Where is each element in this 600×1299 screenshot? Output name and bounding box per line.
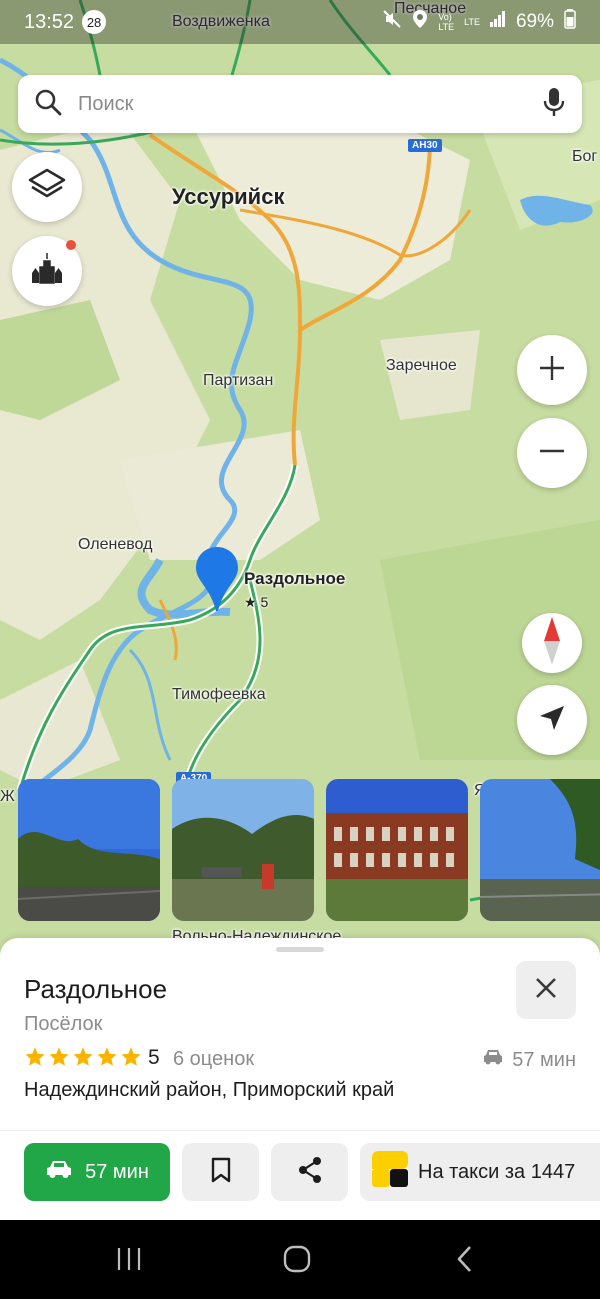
place-type: Посёлок bbox=[24, 1013, 103, 1035]
map-label-bog: Бог bbox=[572, 148, 598, 165]
place-photo[interactable] bbox=[18, 779, 160, 921]
landmarks-button[interactable] bbox=[12, 236, 82, 306]
star-icon bbox=[96, 1046, 118, 1073]
taxi-button[interactable]: На такси за 1447 bbox=[360, 1143, 600, 1201]
yandex-taxi-logo-icon bbox=[372, 1151, 408, 1193]
map-label-razdolnoe[interactable]: Раздольное bbox=[244, 569, 345, 589]
compass-icon bbox=[542, 616, 562, 670]
rating-stars bbox=[24, 1046, 142, 1073]
place-marker-icon[interactable] bbox=[194, 545, 240, 613]
search-bar[interactable]: Поиск bbox=[18, 75, 582, 133]
rating-value: 5 bbox=[148, 1046, 160, 1069]
system-navigation-bar bbox=[0, 1220, 600, 1299]
map-label-ussuriysk[interactable]: Уссурийск bbox=[172, 184, 284, 210]
battery-percent: 69% bbox=[515, 11, 554, 32]
map-label-partizan: Партизан bbox=[203, 372, 274, 389]
search-icon bbox=[34, 88, 62, 121]
car-icon bbox=[45, 1158, 73, 1186]
road-badge-ah30: АН30 bbox=[408, 139, 442, 152]
home-icon[interactable] bbox=[282, 1244, 312, 1279]
map-layers-button[interactable] bbox=[12, 152, 82, 222]
battery-icon bbox=[564, 9, 576, 35]
layers-icon bbox=[27, 167, 67, 208]
status-bar: 13:52 28 Vo) LTE LTE 69% bbox=[0, 0, 600, 44]
star-icon bbox=[48, 1046, 70, 1073]
search-input[interactable]: Поиск bbox=[78, 93, 542, 116]
status-time: 13:52 bbox=[24, 10, 75, 33]
place-title: Раздольное bbox=[24, 974, 168, 1004]
drive-time-label: 57 мин bbox=[512, 1048, 576, 1071]
landmark-building-icon bbox=[27, 249, 67, 294]
minus-icon bbox=[539, 438, 565, 469]
map-label-zarechnoe: Заречное bbox=[386, 357, 457, 374]
plus-icon bbox=[539, 355, 565, 386]
star-icon bbox=[72, 1046, 94, 1073]
signal-icon bbox=[489, 11, 506, 33]
recent-apps-icon[interactable] bbox=[116, 1244, 142, 1279]
zoom-in-button[interactable] bbox=[517, 335, 587, 405]
zoom-out-button[interactable] bbox=[517, 418, 587, 488]
map-label-timofeevka: Тимофеевка bbox=[172, 686, 266, 703]
car-icon bbox=[482, 1048, 504, 1072]
place-address: Надеждинский район, Приморский край bbox=[24, 1079, 395, 1101]
place-card[interactable]: Раздольное Посёлок 5 6 оценок 57 мин Над… bbox=[0, 938, 600, 1220]
taxi-button-label: На такси за 1447 bbox=[418, 1160, 576, 1183]
marker-rating: ★ 5 bbox=[244, 594, 269, 610]
star-icon bbox=[120, 1046, 142, 1073]
lte-indicator: LTE bbox=[464, 17, 480, 27]
drive-time: 57 мин bbox=[482, 1048, 576, 1072]
mute-icon bbox=[382, 9, 402, 35]
volte-indicator: Vo) LTE bbox=[438, 12, 455, 32]
navigation-arrow-icon bbox=[538, 704, 566, 737]
route-button[interactable]: 57 мин bbox=[24, 1143, 170, 1201]
compass-button[interactable] bbox=[522, 613, 582, 673]
bookmark-icon bbox=[211, 1157, 231, 1188]
place-photo[interactable] bbox=[480, 779, 600, 921]
close-icon bbox=[535, 977, 557, 1004]
notification-count-badge: 28 bbox=[82, 10, 107, 34]
photo-strip[interactable] bbox=[0, 779, 600, 922]
place-photo[interactable] bbox=[326, 779, 468, 921]
microphone-icon[interactable] bbox=[542, 87, 566, 122]
share-icon bbox=[297, 1156, 323, 1189]
map-label-olenevod: Оленевод bbox=[78, 536, 153, 553]
rating-count-link[interactable]: 6 оценок bbox=[173, 1048, 254, 1071]
my-location-button[interactable] bbox=[517, 685, 587, 755]
sheet-drag-handle[interactable] bbox=[276, 947, 324, 952]
bookmark-button[interactable] bbox=[182, 1143, 259, 1201]
divider bbox=[0, 1130, 600, 1131]
place-photo[interactable] bbox=[172, 779, 314, 921]
notification-dot bbox=[66, 240, 76, 250]
location-icon bbox=[412, 9, 428, 35]
close-button[interactable] bbox=[516, 961, 576, 1019]
star-icon bbox=[24, 1046, 46, 1073]
back-icon[interactable] bbox=[454, 1244, 476, 1279]
route-button-label: 57 мин bbox=[85, 1160, 149, 1183]
share-button[interactable] bbox=[271, 1143, 348, 1201]
